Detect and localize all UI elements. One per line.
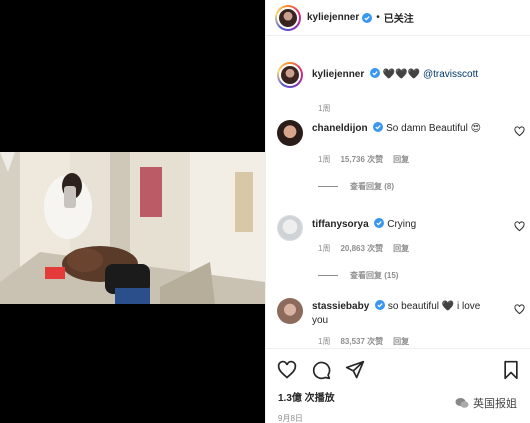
comment-likes[interactable]: 15,736 次赞 xyxy=(340,154,383,165)
comment-time: 1周 xyxy=(318,155,331,164)
verified-icon xyxy=(362,12,373,23)
caption-text: 🖤🖤🖤 xyxy=(382,69,421,80)
reply-button[interactable]: 回复 xyxy=(393,154,409,165)
post-detail-panel: kyliejenner • 已关注 kyliejenner 🖤🖤🖤 @travi… xyxy=(265,0,530,423)
post-header: kyliejenner • 已关注 xyxy=(266,0,530,36)
video-frame xyxy=(0,152,265,304)
like-comment-icon[interactable] xyxy=(514,126,525,137)
caption-mention[interactable]: @travisscott xyxy=(423,69,478,80)
verified-icon xyxy=(373,122,384,132)
reply-button[interactable]: 回复 xyxy=(393,336,409,347)
heart-icon[interactable] xyxy=(277,360,297,380)
watermark-text: 英国报姐 xyxy=(473,398,517,410)
comment-username[interactable]: chaneldijon xyxy=(312,123,368,134)
comment-text: Crying xyxy=(387,219,417,230)
caption-username[interactable]: kyliejenner xyxy=(312,69,364,80)
avatar[interactable] xyxy=(277,298,303,324)
avatar[interactable] xyxy=(275,4,301,31)
reply-button[interactable]: 回复 xyxy=(393,243,409,254)
comment-time: 1周 xyxy=(318,337,331,346)
comment-username[interactable]: stassiebaby xyxy=(312,301,369,312)
verified-icon xyxy=(374,218,385,228)
verified-icon xyxy=(375,300,386,310)
comment-username[interactable]: tiffanysorya xyxy=(312,219,369,230)
comment-item: chaneldijon So damn Beautiful 😍 1周 15,73… xyxy=(277,120,525,192)
following-button[interactable]: 已关注 xyxy=(384,10,414,25)
view-replies-button[interactable]: 查看回复 (15) xyxy=(318,270,525,281)
avatar[interactable] xyxy=(277,120,303,146)
comment-text: So damn Beautiful 😍 xyxy=(386,123,482,134)
comment-likes[interactable]: 83,537 次赞 xyxy=(340,336,383,347)
video-player[interactable] xyxy=(0,0,265,423)
post-date: 9月8日 xyxy=(278,414,303,423)
like-comment-icon[interactable] xyxy=(514,221,525,232)
comment-likes[interactable]: 20,863 次赞 xyxy=(340,243,383,254)
avatar[interactable] xyxy=(277,215,303,241)
view-replies-button[interactable]: 查看回复 (8) xyxy=(318,181,525,192)
comment-item: tiffanysorya Crying 1周 20,863 次赞 回复 查看回复… xyxy=(277,215,525,281)
like-comment-icon[interactable] xyxy=(514,304,525,315)
share-icon[interactable] xyxy=(345,360,365,380)
post-caption: kyliejenner 🖤🖤🖤 @travisscott 1周 xyxy=(277,62,525,114)
bookmark-icon[interactable] xyxy=(501,360,521,380)
author-username[interactable]: kyliejenner xyxy=(307,12,359,23)
caption-time: 1周 xyxy=(318,104,331,113)
comment-icon[interactable] xyxy=(311,360,331,380)
verified-icon xyxy=(370,68,381,78)
post-actions: 1.3億 次播放 9月8日 英国报姐 xyxy=(266,348,530,423)
comment-item: stassiebaby so beautiful 🖤 i love you 1周… xyxy=(277,298,525,347)
avatar[interactable] xyxy=(277,62,303,88)
separator-dot: • xyxy=(376,12,380,23)
watermark: 英国报姐 xyxy=(455,395,517,411)
wechat-icon xyxy=(455,398,469,408)
comment-time: 1周 xyxy=(318,244,331,253)
